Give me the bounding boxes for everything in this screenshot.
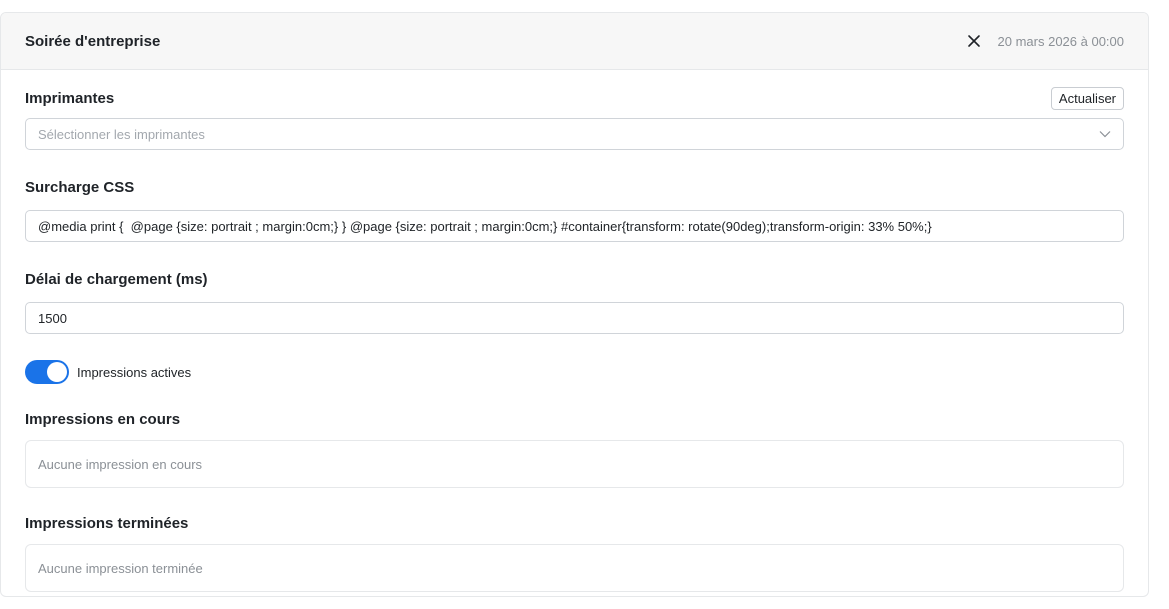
finished-label: Impressions terminées	[25, 515, 189, 532]
settings-card: Soirée d'entreprise 20 mars 2026 à 00:00…	[0, 12, 1149, 597]
event-date: 20 mars 2026 à 00:00	[997, 33, 1124, 49]
finished-section: Impressions terminées Aucune impression …	[25, 512, 1124, 592]
active-toggle[interactable]	[25, 360, 69, 384]
card-body: Imprimantes Actualiser Sélectionner les …	[1, 70, 1148, 592]
refresh-button[interactable]: Actualiser	[1050, 86, 1124, 110]
card-header: Soirée d'entreprise 20 mars 2026 à 00:00	[1, 13, 1148, 70]
printers-select[interactable]: Sélectionner les imprimantes	[25, 118, 1124, 150]
in-progress-section: Impressions en cours Aucune impression e…	[25, 408, 1124, 488]
load-delay-field: Délai de chargement (ms)	[25, 268, 1124, 334]
printers-label: Imprimantes	[25, 89, 115, 107]
in-progress-empty: Aucune impression en cours	[25, 440, 1124, 488]
finished-empty: Aucune impression terminée	[25, 544, 1124, 592]
in-progress-label: Impressions en cours	[25, 411, 181, 428]
load-delay-input[interactable]	[25, 302, 1124, 334]
css-override-field: Surcharge CSS	[25, 176, 1124, 242]
css-override-input[interactable]	[25, 210, 1124, 242]
printers-label-row: Imprimantes Actualiser	[25, 86, 1124, 110]
chevron-down-icon	[1099, 131, 1111, 138]
load-delay-label: Délai de chargement (ms)	[25, 271, 208, 288]
printers-select-placeholder: Sélectionner les imprimantes	[38, 126, 205, 142]
close-button[interactable]	[964, 31, 984, 51]
active-toggle-label: Impressions actives	[77, 364, 192, 380]
toggle-knob	[47, 362, 67, 382]
event-title: Soirée d'entreprise	[25, 32, 161, 50]
css-override-label: Surcharge CSS	[25, 179, 135, 196]
active-toggle-row: Impressions actives	[25, 360, 1124, 384]
close-icon	[967, 35, 980, 47]
